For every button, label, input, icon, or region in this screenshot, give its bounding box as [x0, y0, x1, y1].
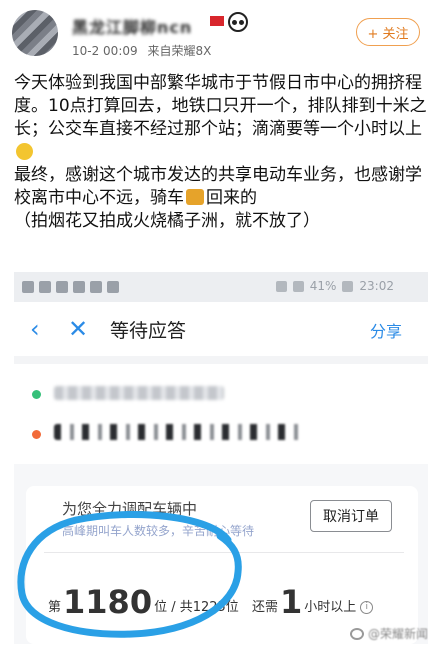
notification-icons [22, 281, 119, 293]
signal-icon [292, 280, 304, 292]
cancel-order-button[interactable]: 取消订单 [310, 500, 392, 532]
wait-prefix: 还需 [252, 600, 279, 615]
post-source: 来自荣耀8X [147, 44, 212, 58]
chat-icon [39, 281, 51, 293]
wait-number: 1 [280, 583, 303, 621]
smile-emoji-icon [16, 143, 33, 160]
username[interactable]: 黑龙江脚柳ncn [72, 14, 192, 38]
battery-icon [342, 280, 354, 292]
avatar[interactable] [12, 10, 58, 56]
post-meta: 10-2 00:09 来自荣耀8X [72, 42, 217, 59]
status-bar: 41% 23:02 [14, 272, 428, 302]
page-title: 等待应答 [110, 320, 187, 342]
mail-icon [22, 281, 34, 293]
post-header: 黑龙江脚柳ncn 10-2 00:09 来自荣耀8X + 关注 [0, 0, 440, 64]
back-icon[interactable]: ‹ [30, 314, 40, 344]
close-icon[interactable]: ✕ [68, 314, 88, 344]
status-time: 23:02 [359, 279, 394, 293]
post-timestamp: 10-2 00:09 [72, 44, 138, 58]
start-point-icon [32, 390, 41, 399]
app-bar: ‹ ✕ 等待应答 分享 [14, 302, 428, 356]
app-icon [56, 281, 68, 293]
start-address-redacted [54, 386, 224, 400]
end-address-redacted [54, 424, 304, 440]
post-paragraph-2: 最终，感谢这个城市发达的共享电动车业务，也感谢学校离市中心不远，骑车 回来的 [14, 164, 430, 210]
app-icon [90, 281, 102, 293]
wait-suffix: 小时以上 [304, 600, 357, 615]
route-card [14, 356, 428, 464]
annotation-circle [17, 510, 242, 638]
weibo-logo-icon [349, 627, 364, 640]
share-link[interactable]: 分享 [370, 318, 402, 342]
panda-icon [228, 12, 248, 32]
post-paragraph-1: 今天体验到我国中部繁华城市于节假日市中心的拥挤程度。10点打算回去，地铁口只开一… [14, 72, 430, 164]
post-text-line1: 今天体验到我国中部繁华城市于节假日市中心的拥挤程度。10点打算回去，地铁口只开一… [14, 73, 427, 139]
follow-button[interactable]: + 关注 [356, 18, 420, 46]
info-icon[interactable]: i [360, 601, 374, 614]
status-right: 41% 23:02 [275, 279, 394, 293]
post-text: 今天体验到我国中部繁华城市于节假日市中心的拥挤程度。10点打算回去，地铁口只开一… [14, 72, 430, 233]
watermark-text: @荣耀新闻 [367, 627, 428, 641]
flag-icon [210, 16, 224, 26]
post-paragraph-3: （拍烟花又拍成火烧橘子洲，就不放了） [14, 211, 320, 231]
app-icon [107, 281, 119, 293]
wait-time: 还需 1 小时以上 i [252, 574, 374, 621]
wifi-icon [275, 280, 287, 292]
end-point-icon [32, 430, 41, 439]
battery-level: 41% [309, 279, 337, 293]
app-icon [73, 281, 85, 293]
post-text-line2-tail: 回来的 [206, 188, 257, 208]
watermark: @荣耀新闻 [349, 625, 428, 642]
scooter-emoji-icon [186, 189, 204, 205]
